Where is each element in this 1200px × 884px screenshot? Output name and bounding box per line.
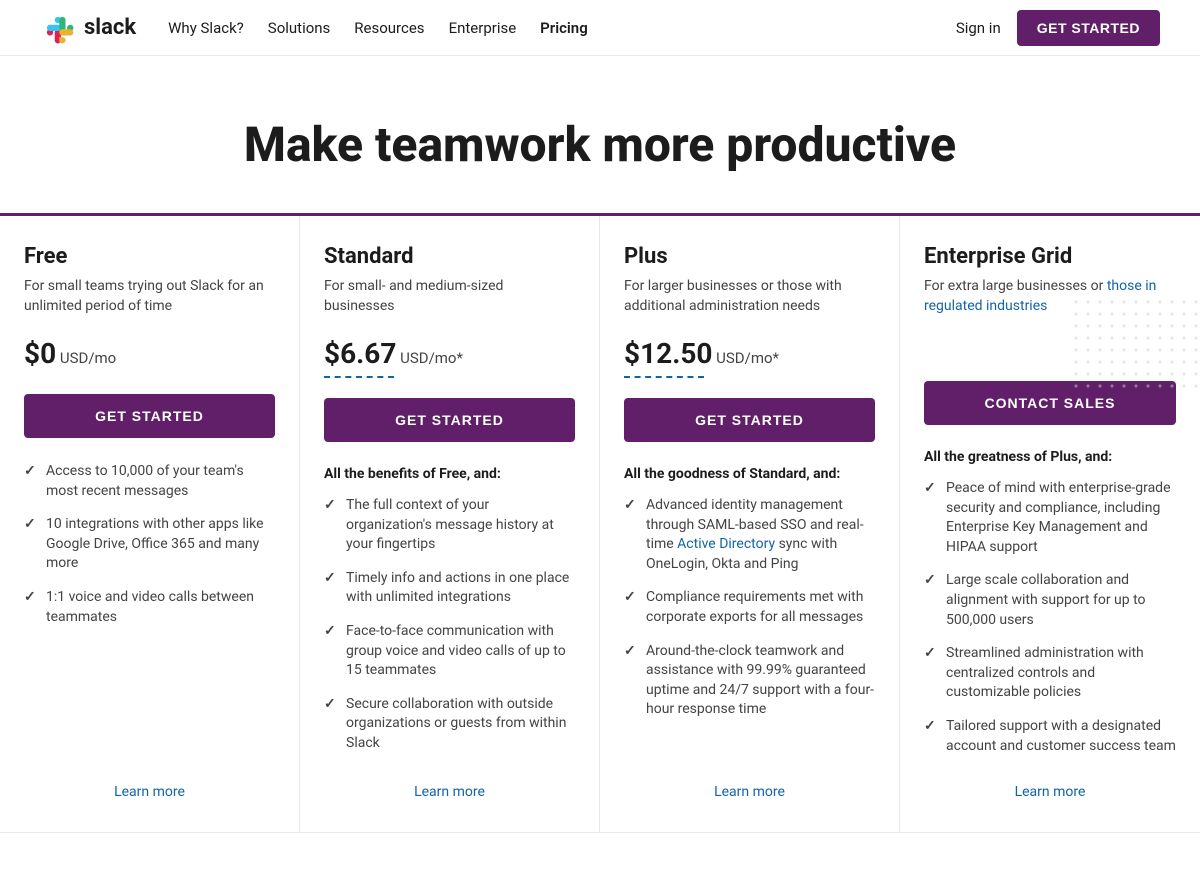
enterprise-benefits-list: Peace of mind with enterprise-grade secu… [924, 479, 1176, 756]
plus-plan-price: $12.50 USD/mo* [624, 337, 875, 370]
enterprise-benefits-header: All the greatness of Plus, and: [924, 449, 1176, 465]
free-benefit-3: 1:1 voice and video calls between teamma… [24, 588, 275, 627]
standard-benefit-3: Face-to-face communication with group vo… [324, 622, 575, 681]
nav-links: Why Slack? Solutions Resources Enterpris… [168, 19, 588, 37]
enterprise-plan-desc: For extra large businesses or those in r… [924, 277, 1176, 317]
plan-standard: Standard For small- and medium-sized bus… [300, 216, 600, 832]
enterprise-benefit-4: Tailored support with a designated accou… [924, 717, 1176, 756]
enterprise-benefit-1: Peace of mind with enterprise-grade secu… [924, 479, 1176, 557]
plus-benefit-3: Around-the-clock teamwork and assistance… [624, 642, 875, 720]
standard-benefit-2: Timely info and actions in one place wit… [324, 569, 575, 608]
plus-plan-name: Plus [624, 244, 875, 269]
free-benefit-1: Access to 10,000 of your team's most rec… [24, 462, 275, 501]
pricing-section: Free For small teams trying out Slack fo… [0, 213, 1200, 833]
plus-learn-more-link[interactable]: Learn more [624, 756, 875, 800]
plan-plus: Plus For larger businesses or those with… [600, 216, 900, 832]
logo-text: slack [84, 15, 136, 40]
get-started-nav-button[interactable]: GET STARTED [1017, 10, 1160, 46]
plan-enterprise: Enterprise Grid For extra large business… [900, 216, 1200, 832]
free-plan-price: $0 USD/mo [24, 337, 275, 370]
plus-plan-desc: For larger businesses or those with addi… [624, 277, 875, 317]
nav-left: slack Why Slack? Solutions Resources Ent… [40, 10, 588, 46]
logo[interactable]: slack [40, 10, 136, 46]
nav-solutions[interactable]: Solutions [268, 19, 331, 37]
standard-plan-name: Standard [324, 244, 575, 269]
navbar: slack Why Slack? Solutions Resources Ent… [0, 0, 1200, 56]
free-get-started-button[interactable]: GET STARTED [24, 394, 275, 438]
enterprise-benefit-2: Large scale collaboration and alignment … [924, 571, 1176, 630]
standard-benefits-header: All the benefits of Free, and: [324, 466, 575, 482]
standard-price-amount: $6.67 [324, 337, 396, 370]
sign-in-link[interactable]: Sign in [956, 19, 1001, 37]
plus-price-period: USD/mo* [712, 349, 779, 367]
standard-benefits-list: The full context of your organization's … [324, 496, 575, 754]
nav-enterprise[interactable]: Enterprise [449, 19, 517, 37]
free-price-amount: $0 [24, 337, 56, 370]
hero-section: Make teamwork more productive [0, 56, 1200, 213]
plus-benefit-2: Compliance requirements met with corpora… [624, 588, 875, 627]
nav-why-slack[interactable]: Why Slack? [168, 19, 244, 37]
hero-title: Make teamwork more productive [40, 116, 1160, 173]
slack-logo-icon [40, 10, 76, 46]
plan-free: Free For small teams trying out Slack fo… [0, 216, 300, 832]
plus-benefits-list: Advanced identity management through SAM… [624, 496, 875, 720]
free-benefit-2: 10 integrations with other apps like Goo… [24, 515, 275, 574]
standard-price-period: USD/mo* [396, 349, 463, 367]
enterprise-learn-more-link[interactable]: Learn more [924, 756, 1176, 800]
plus-price-amount: $12.50 [624, 337, 712, 370]
free-learn-more-link[interactable]: Learn more [24, 756, 275, 800]
enterprise-plan-name: Enterprise Grid [924, 244, 1176, 269]
standard-benefit-1: The full context of your organization's … [324, 496, 575, 555]
standard-plan-desc: For small- and medium-sized businesses [324, 277, 575, 317]
plus-benefits-header: All the goodness of Standard, and: [624, 466, 875, 482]
nav-pricing[interactable]: Pricing [540, 19, 588, 37]
standard-benefit-4: Secure collaboration with outside organi… [324, 695, 575, 754]
free-plan-name: Free [24, 244, 275, 269]
nav-resources[interactable]: Resources [354, 19, 424, 37]
free-plan-desc: For small teams trying out Slack for an … [24, 277, 275, 317]
plus-get-started-button[interactable]: GET STARTED [624, 398, 875, 442]
standard-learn-more-link[interactable]: Learn more [324, 756, 575, 800]
enterprise-benefit-3: Streamlined administration with centrali… [924, 644, 1176, 703]
plus-benefit-1: Advanced identity management through SAM… [624, 496, 875, 574]
free-price-period: USD/mo [56, 349, 116, 367]
free-benefits-list: Access to 10,000 of your team's most rec… [24, 462, 275, 627]
standard-plan-price: $6.67 USD/mo* [324, 337, 575, 370]
nav-right: Sign in GET STARTED [956, 10, 1160, 46]
standard-get-started-button[interactable]: GET STARTED [324, 398, 575, 442]
enterprise-contact-sales-button[interactable]: CONTACT SALES [924, 381, 1176, 425]
